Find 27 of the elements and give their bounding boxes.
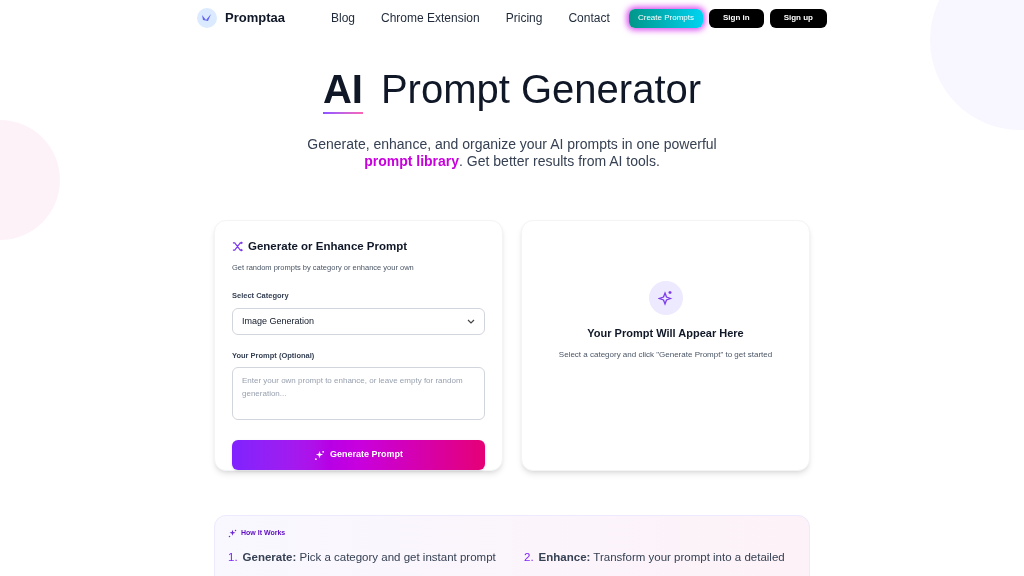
hero-subtitle: Generate, enhance, and organize your AI prompts in one powerful prompt library. Get better results from AI tools. [306,136,718,170]
brand-name[interactable]: Promptaa [225,8,285,28]
step-number: 2. [524,549,534,565]
bird-logo-icon[interactable] [197,8,217,28]
placeholder-title: Your Prompt Will Appear Here [587,326,744,341]
nav-link[interactable]: Pricing [505,9,543,27]
step-text: Enhance: Transform your prompt into a detailed [538,549,785,565]
step-text: Generate: Pick a category and get instant prompt [242,549,496,565]
category-dropdown[interactable]: Image Generation [232,307,485,335]
shuffle-icon [232,241,243,253]
page-title: Prompt Generator [380,66,702,113]
title-highlight: AI [322,66,363,113]
chevron-down-icon [467,318,475,324]
step-number: 1. [228,549,238,565]
auth-button[interactable]: Sign in [709,8,764,28]
placeholder-hint: Select a category and click "Generate Prompt" to get started [558,348,773,361]
prompt-library-link[interactable]: prompt library [364,153,460,169]
auth-button[interactable]: Sign up [769,8,827,28]
nav-link[interactable]: Blog [330,9,355,27]
nav-link[interactable]: Chrome Extension [381,9,480,27]
generate-button[interactable]: Generate Prompt [232,440,485,470]
nav-link[interactable]: Contact [568,9,610,27]
card-title: Generate or Enhance Prompt [248,239,408,254]
prompt-input-field[interactable]: Enter your own prompt to enhance, or leave empty for random generation... [232,367,485,420]
sparkle-badge-icon [648,281,683,315]
sparkles-icon [228,528,237,538]
sparkles-icon [314,449,325,461]
